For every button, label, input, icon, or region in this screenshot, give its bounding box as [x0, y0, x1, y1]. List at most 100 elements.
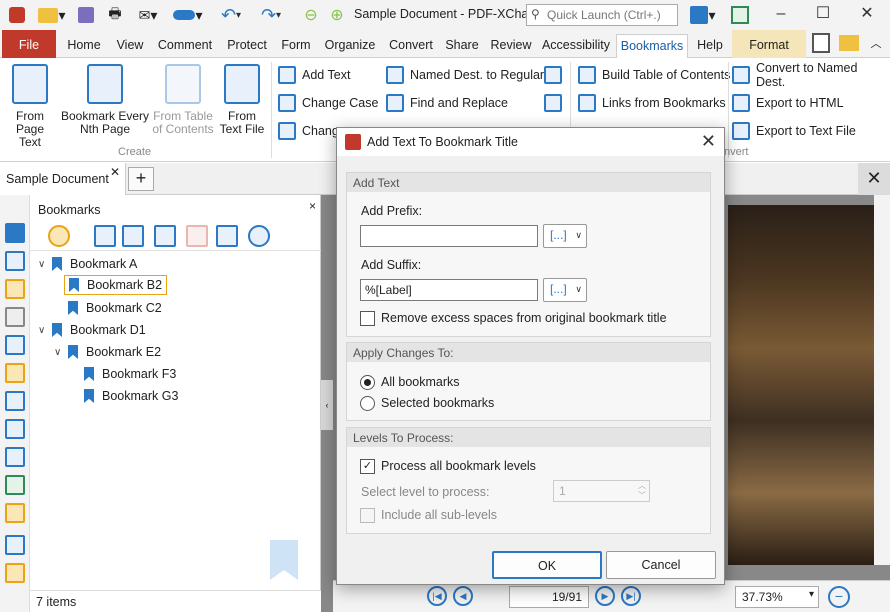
chevron-down-icon[interactable]: ∨ — [38, 259, 52, 270]
open-folder-icon[interactable]: ▾ — [34, 4, 70, 26]
dialog-close-button[interactable]: ✕ — [701, 131, 716, 152]
back-icon[interactable]: ⊖ — [300, 4, 322, 26]
tab-view[interactable]: View — [112, 34, 148, 58]
tree-item-bookmark-c2[interactable]: Bookmark C2 — [68, 298, 162, 318]
tab-home[interactable]: Home — [62, 34, 106, 58]
next-page-icon[interactable]: ▶ — [595, 586, 615, 606]
quick-launch-input[interactable]: ⚲ Quick Launch (Ctrl+.) — [526, 4, 678, 26]
tags-icon[interactable] — [5, 419, 25, 439]
level-spinner[interactable]: 1 ︿ ﹀ — [553, 480, 650, 502]
layers-icon[interactable] — [5, 391, 25, 411]
change-button[interactable]: Chang — [278, 120, 339, 142]
chevron-down-icon[interactable]: ∨ — [38, 325, 52, 336]
tab-help[interactable]: Help — [692, 34, 728, 58]
delete-bookmark-icon[interactable] — [186, 225, 208, 247]
add-text-button[interactable]: Add Text — [278, 64, 350, 86]
forward-icon[interactable]: ⊕ — [326, 4, 348, 26]
structure-icon[interactable] — [5, 475, 25, 495]
chevron-down-icon[interactable]: ∨ — [54, 347, 68, 358]
build-toc-button[interactable]: Build Table of Contents — [578, 64, 730, 86]
cancel-button[interactable]: Cancel — [606, 551, 716, 579]
thumbnails-icon[interactable] — [5, 251, 25, 271]
print-icon[interactable]: 🖶 — [102, 4, 128, 26]
tab-protect[interactable]: Protect — [222, 34, 272, 58]
redo-icon[interactable]: ↷ ▾ — [252, 4, 290, 26]
maximize-button[interactable]: ☐ — [808, 4, 838, 26]
page-number-input[interactable]: 19/91 — [509, 586, 589, 608]
collapse-ribbon-icon[interactable]: ︿ — [866, 32, 886, 54]
options-gear-icon[interactable] — [48, 225, 70, 247]
order-icon[interactable] — [5, 535, 25, 555]
all-bookmarks-radio[interactable] — [360, 375, 375, 390]
new-tab-button[interactable]: + — [128, 167, 154, 191]
tab-file[interactable]: File — [2, 30, 56, 58]
signatures-icon[interactable] — [5, 363, 25, 383]
process-all-levels-checkbox[interactable]: ✓ — [360, 459, 375, 474]
scan-icon[interactable]: ▾ — [168, 4, 208, 26]
tab-format[interactable]: Format — [732, 30, 806, 58]
from-table-of-contents-button[interactable]: From Table of Contents — [152, 64, 214, 136]
document-tab[interactable]: Sample Document ✕ — [0, 163, 126, 195]
bookmark-search-icon[interactable] — [248, 225, 270, 247]
suffix-token-button[interactable]: [...] ∨ — [543, 278, 587, 302]
last-page-icon[interactable]: ▶| — [621, 586, 641, 606]
collapse-panel-handle[interactable]: ‹ — [321, 380, 333, 430]
export-to-html-button[interactable]: Export to HTML — [732, 92, 844, 114]
zoom-select[interactable]: 37.73% ▾ — [735, 586, 819, 608]
tree-item-bookmark-d1[interactable]: ∨ Bookmark D1 — [38, 320, 146, 340]
tree-item-bookmark-a[interactable]: ∨ Bookmark A — [38, 254, 137, 274]
suffix-input[interactable]: %[Label] — [360, 279, 538, 301]
bookmark-tool-1-button[interactable] — [544, 64, 568, 86]
destinations-icon[interactable] — [5, 447, 25, 467]
close-button[interactable]: ✕ — [852, 4, 882, 26]
from-text-file-button[interactable]: From Text File — [214, 64, 270, 136]
find-folder-icon[interactable] — [836, 32, 862, 54]
remove-spaces-checkbox[interactable] — [360, 311, 375, 326]
tab-bookmarks[interactable]: Bookmarks — [616, 34, 688, 58]
bookmark-tool-2-button[interactable] — [544, 92, 568, 114]
add-bookmark-icon[interactable] — [94, 225, 116, 247]
new-bookmark-icon[interactable] — [154, 225, 176, 247]
selected-bookmarks-radio[interactable] — [360, 396, 375, 411]
tab-review[interactable]: Review — [486, 34, 536, 58]
ok-button[interactable]: OK — [492, 551, 602, 579]
attachments-icon[interactable] — [5, 307, 25, 327]
from-page-text-button[interactable]: From Page Text — [4, 64, 56, 149]
tree-item-bookmark-e2[interactable]: ∨ Bookmark E2 — [54, 342, 161, 362]
zoom-out-icon[interactable]: − — [828, 586, 850, 608]
bookmark-properties-icon[interactable] — [216, 225, 238, 247]
bookmark-every-nth-page-button[interactable]: Bookmark Every Nth Page — [60, 64, 150, 136]
fullscreen-icon[interactable] — [728, 4, 752, 26]
tab-comment[interactable]: Comment — [154, 34, 216, 58]
properties-icon[interactable] — [808, 32, 834, 54]
prefix-token-button[interactable]: [...] ∨ — [543, 224, 587, 248]
tree-item-bookmark-f3[interactable]: Bookmark F3 — [84, 364, 176, 384]
links-from-bookmarks-button[interactable]: Links from Bookmarks — [578, 92, 726, 114]
export-to-text-file-button[interactable]: Export to Text File — [732, 120, 856, 142]
convert-to-named-dest-button[interactable]: Convert to Named Dest. — [732, 61, 890, 89]
links-icon[interactable] — [5, 503, 25, 523]
named-dest-to-regular-button[interactable]: Named Dest. to Regular — [386, 64, 544, 86]
tab-form[interactable]: Form — [278, 34, 314, 58]
close-tab-icon[interactable]: ✕ — [110, 165, 120, 179]
prefix-input[interactable] — [360, 225, 538, 247]
tree-item-bookmark-b2[interactable]: Bookmark B2 — [64, 275, 168, 295]
include-sublevels-checkbox[interactable] — [360, 508, 375, 523]
bookmarks-panel-icon[interactable] — [5, 223, 25, 243]
tab-organize[interactable]: Organize — [322, 34, 378, 58]
email-icon[interactable]: ✉▾ — [130, 4, 166, 26]
change-case-button[interactable]: Change Case — [278, 92, 378, 114]
close-all-tabs-button[interactable]: ✕ — [858, 163, 890, 195]
settings-icon[interactable]: ▾ — [684, 4, 722, 26]
spinner-arrows-icon[interactable]: ︿ ﹀ — [638, 481, 646, 501]
close-panel-icon[interactable]: × — [309, 199, 316, 213]
undo-icon[interactable]: ↶ ▾ — [214, 4, 248, 26]
vertical-scrollbar[interactable] — [874, 195, 890, 565]
tab-share[interactable]: Share — [444, 34, 480, 58]
minimize-button[interactable]: – — [766, 4, 796, 26]
previous-page-icon[interactable]: ◀ — [453, 586, 473, 606]
first-page-icon[interactable]: |◀ — [427, 586, 447, 606]
tree-item-bookmark-g3[interactable]: Bookmark G3 — [84, 386, 178, 406]
find-and-replace-button[interactable]: Find and Replace — [386, 92, 508, 114]
tab-convert[interactable]: Convert — [384, 34, 438, 58]
